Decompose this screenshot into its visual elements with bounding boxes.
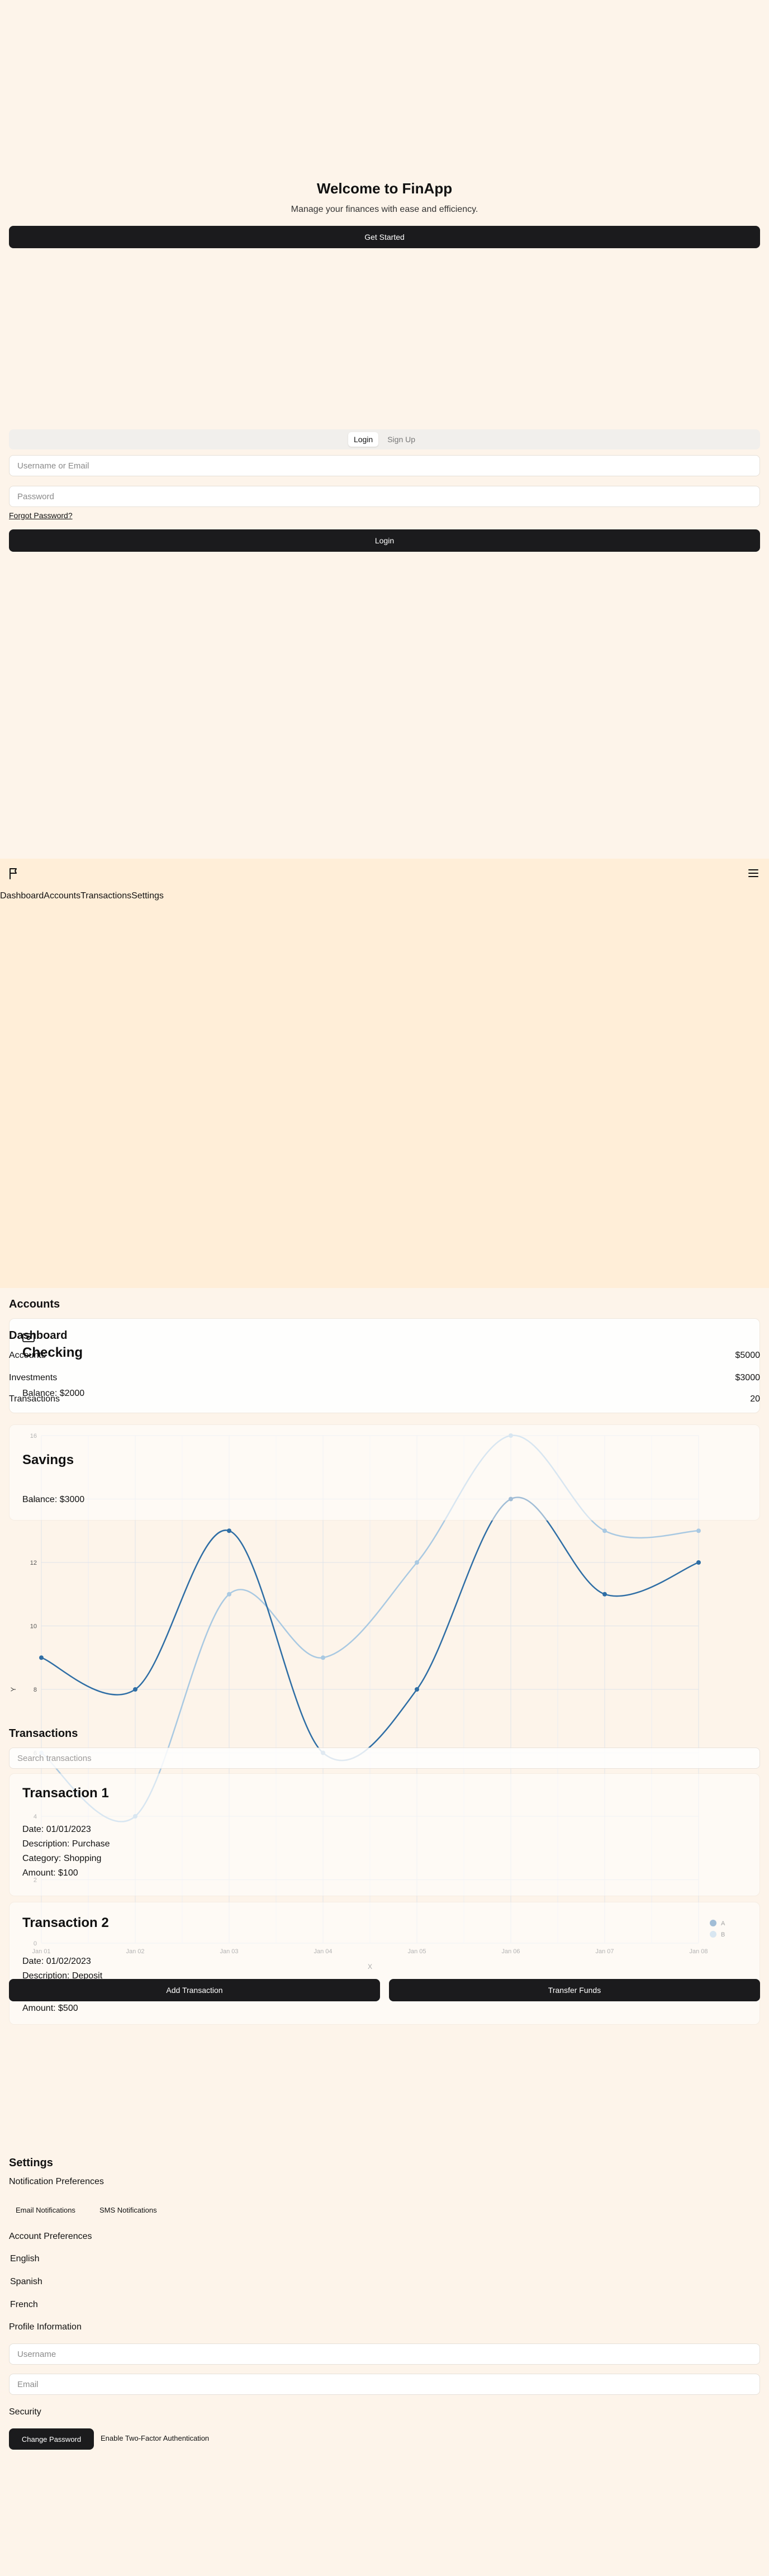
wallet-icon	[22, 1333, 35, 1343]
forgot-password-link[interactable]: Forgot Password?	[9, 511, 73, 520]
password-field[interactable]: Password	[9, 486, 760, 507]
auth-tabs: Login Sign Up	[9, 429, 760, 449]
sms-notifications-toggle[interactable]: SMS Notifications	[93, 2203, 164, 2218]
transaction-1-title: Transaction 1	[22, 1786, 109, 1801]
data-point-a	[227, 1528, 231, 1533]
data-point-a	[415, 1687, 419, 1692]
profile-email-field[interactable]: Email	[9, 2374, 760, 2395]
dashboard-row-investments-value: $3000	[735, 1373, 761, 1382]
language-option-spanish[interactable]: Spanish	[10, 2277, 42, 2287]
dashboard-band	[0, 859, 769, 1288]
data-point-b	[696, 1528, 701, 1533]
dashboard-row-investments-label: Investments	[9, 1373, 58, 1382]
account-balance-savings: Balance: $3000	[22, 1495, 85, 1504]
accounts-title: Accounts	[9, 1298, 60, 1310]
transaction-2-amount: Amount: $500	[22, 2004, 78, 2013]
email-notifications-toggle[interactable]: Email Notifications	[9, 2203, 82, 2218]
tab-signup[interactable]: Sign Up	[382, 432, 421, 447]
account-name-checking: Checking	[22, 1345, 83, 1360]
transaction-1-date: Date: 01/01/2023	[22, 1825, 91, 1834]
menu-icon[interactable]	[747, 866, 760, 880]
nav-item-accounts[interactable]: Accounts	[44, 891, 80, 901]
transaction-2-date: Date: 01/02/2023	[22, 1957, 91, 1966]
account-balance-checking: Balance: $2000	[22, 1389, 85, 1398]
add-transaction-button[interactable]: Add Transaction	[9, 1979, 380, 2001]
profile-info-title: Profile Information	[9, 2322, 82, 2332]
transaction-search-input[interactable]: Search transactions	[9, 1748, 760, 1769]
data-point-b	[415, 1560, 419, 1565]
dashboard-row-accounts-value: $5000	[735, 1351, 761, 1360]
data-point-b	[321, 1655, 325, 1660]
transactions-title: Transactions	[9, 1727, 78, 1740]
nav-item-settings[interactable]: Settings	[131, 891, 164, 901]
dashboard-row-transactions-value: 20	[750, 1394, 760, 1404]
main-nav: Dashboard Accounts Transactions Settings	[0, 891, 164, 901]
username-email-field[interactable]: Username or Email	[9, 455, 760, 476]
account-prefs-title: Account Preferences	[9, 2232, 92, 2241]
y-axis-label: Y	[10, 1687, 17, 1692]
data-point-a	[696, 1560, 701, 1565]
transaction-2-title: Transaction 2	[22, 1915, 109, 1930]
get-started-button[interactable]: Get Started	[9, 226, 760, 248]
two-factor-button[interactable]: Enable Two-Factor Authentication	[101, 2434, 209, 2442]
data-point-a	[39, 1655, 44, 1660]
account-name-savings: Savings	[22, 1452, 74, 1467]
hero: Welcome to FinApp Manage your finances w…	[0, 0, 769, 414]
language-option-french[interactable]: French	[10, 2300, 38, 2310]
change-password-button[interactable]: Change Password	[9, 2428, 94, 2450]
account-card-checking[interactable]	[9, 1318, 760, 1413]
logo-flag-icon	[8, 866, 21, 880]
transaction-card-2[interactable]	[9, 1902, 760, 2025]
transfer-funds-button[interactable]: Transfer Funds	[389, 1979, 760, 2001]
y-tick-label: 10	[30, 1623, 37, 1630]
y-tick-label: 12	[30, 1560, 37, 1566]
data-point-b	[227, 1592, 231, 1597]
nav-item-transactions[interactable]: Transactions	[80, 891, 131, 901]
transaction-1-amount: Amount: $100	[22, 1868, 78, 1878]
dashboard-title: Dashboard	[9, 1329, 68, 1342]
y-tick-label: 8	[34, 1687, 37, 1693]
security-title: Security	[9, 2407, 41, 2417]
transaction-1-description: Description: Purchase	[22, 1839, 110, 1849]
hero-subtitle: Manage your finances with ease and effic…	[291, 205, 478, 214]
language-option-english[interactable]: English	[10, 2254, 39, 2264]
notification-prefs-title: Notification Preferences	[9, 2177, 104, 2186]
account-card-savings[interactable]	[9, 1424, 760, 1521]
profile-username-field[interactable]: Username	[9, 2343, 760, 2365]
tab-login[interactable]: Login	[348, 432, 379, 447]
data-point-a	[602, 1592, 607, 1597]
login-button[interactable]: Login	[9, 529, 760, 552]
data-point-b	[602, 1528, 607, 1533]
hero-title: Welcome to FinApp	[316, 180, 453, 197]
transaction-1-category: Category: Shopping	[22, 1854, 102, 1863]
data-point-a	[133, 1687, 137, 1692]
nav-item-dashboard[interactable]: Dashboard	[0, 891, 44, 901]
settings-title: Settings	[9, 2157, 53, 2169]
transaction-card-1[interactable]	[9, 1773, 760, 1896]
